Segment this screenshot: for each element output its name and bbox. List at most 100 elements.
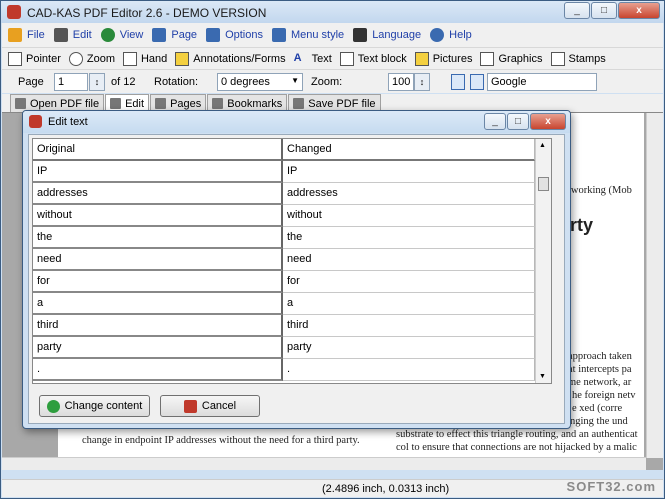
table-row: party party xyxy=(33,337,537,359)
table-row: need need xyxy=(33,249,537,271)
document-horizontal-scrollbar[interactable] xyxy=(2,457,646,470)
refresh-icon xyxy=(46,399,60,413)
table-row: third third xyxy=(33,315,537,337)
changed-cell[interactable]: a xyxy=(283,293,535,315)
document-vertical-scrollbar[interactable] xyxy=(646,113,663,458)
pointer-icon xyxy=(8,51,22,66)
tool-hand[interactable]: Hand xyxy=(122,51,167,66)
menu-file[interactable]: File xyxy=(8,28,45,42)
cursor-coordinates: (2.4896 inch, 0.0313 inch) xyxy=(322,483,450,495)
text-a-icon: A xyxy=(293,51,302,64)
table-row: for for xyxy=(33,271,537,293)
tool-zoom[interactable]: Zoom xyxy=(68,51,115,66)
help-icon xyxy=(430,28,445,42)
document-text-line: change in endpoint IP addresses without … xyxy=(82,435,360,446)
dialog-title-bar: Edit text _ □ x xyxy=(23,111,570,133)
scroll-down-icon[interactable]: ▼ xyxy=(539,373,546,380)
text-block-icon xyxy=(339,51,354,66)
checklist-icon xyxy=(206,28,221,42)
zoom-spinner-icon[interactable]: ↕ xyxy=(414,73,430,91)
zoom-input[interactable]: 100 xyxy=(388,73,414,91)
status-bar: (2.4896 inch, 0.0313 inch) xyxy=(2,479,663,497)
folder-icon xyxy=(8,28,22,42)
app-title: CAD-KAS PDF Editor 2.6 - DEMO VERSION xyxy=(27,6,267,20)
original-cell: a xyxy=(33,293,283,315)
graphics-icon xyxy=(480,51,495,66)
minimize-button[interactable]: _ xyxy=(564,2,590,19)
dialog-minimize-button[interactable]: _ xyxy=(484,113,506,130)
document-text-line: nging the und xyxy=(570,416,628,427)
scrollbar-thumb[interactable] xyxy=(538,177,549,191)
globe-icon xyxy=(100,28,115,42)
changed-cell[interactable]: . xyxy=(283,359,535,381)
original-cell: without xyxy=(33,205,283,227)
dialog-maximize-button[interactable]: □ xyxy=(507,113,529,130)
table-row: .. xyxy=(33,359,537,381)
document-text-line: approach taken xyxy=(568,351,632,362)
tool-bar: Pointer Zoom Hand Annotations/Forms A Tex… xyxy=(2,47,663,69)
zoom-label: Zoom: xyxy=(311,76,343,88)
tool-pictures[interactable]: Pictures xyxy=(414,51,472,66)
menu-view[interactable]: View xyxy=(100,28,143,42)
red-x-icon xyxy=(183,399,197,413)
tool-annotations[interactable]: Annotations/Forms xyxy=(175,51,286,66)
change-content-button[interactable]: Change content xyxy=(39,395,150,417)
menu-options[interactable]: Options xyxy=(206,28,263,42)
maximize-button[interactable]: □ xyxy=(591,2,617,19)
changed-cell[interactable]: for xyxy=(283,271,535,293)
original-cell: third xyxy=(33,315,283,337)
hand-icon xyxy=(122,51,137,66)
dialog-close-button[interactable]: x xyxy=(530,113,566,130)
grid-vertical-scrollbar[interactable]: ▲ ▼ xyxy=(535,139,551,383)
changed-cell[interactable]: need xyxy=(283,249,535,271)
annotation-icon xyxy=(175,51,190,66)
goto-page-icon[interactable] xyxy=(470,74,484,90)
scroll-up-icon[interactable]: ▲ xyxy=(539,142,546,149)
pages-icon xyxy=(155,98,167,109)
original-cell: addresses xyxy=(33,183,283,205)
changed-cell[interactable]: third xyxy=(283,315,535,337)
title-bar: CAD-KAS PDF Editor 2.6 - DEMO VERSION _ … xyxy=(1,1,664,23)
fit-page-icon[interactable] xyxy=(451,74,465,90)
table-row: addresses addresses xyxy=(33,183,537,205)
menu-bar: File Edit View Page Options Menu style L… xyxy=(2,23,663,47)
close-button[interactable]: x xyxy=(618,2,660,19)
cancel-button[interactable]: Cancel xyxy=(160,395,260,417)
table-row: IP IP xyxy=(33,161,537,183)
save-pdf-icon xyxy=(293,98,305,109)
column-header-changed: Changed xyxy=(283,139,535,161)
menu-language[interactable]: Language xyxy=(353,28,421,42)
tool-text[interactable]: A Text xyxy=(294,52,332,66)
rotation-label: Rotation: xyxy=(154,76,199,88)
dialog-title: Edit text xyxy=(48,116,88,128)
edit-icon xyxy=(110,98,122,109)
tool-graphics[interactable]: Graphics xyxy=(480,51,543,66)
search-input[interactable]: Google xyxy=(487,73,597,91)
changed-cell[interactable]: party xyxy=(283,337,535,359)
original-cell: party xyxy=(33,337,283,359)
open-pdf-icon xyxy=(15,98,26,109)
tool-stamps[interactable]: Stamps xyxy=(550,51,606,66)
table-row: without without xyxy=(33,205,537,227)
page-number-input[interactable]: 1 xyxy=(54,73,88,91)
rotation-select[interactable]: 0 degrees ▼ xyxy=(217,73,303,91)
menu-edit[interactable]: Edit xyxy=(53,28,92,42)
column-header-original: Original xyxy=(33,139,283,161)
edit-text-dialog: Edit text _ □ x Original Changed IP IP ad… xyxy=(22,110,571,429)
changed-cell[interactable]: without xyxy=(283,205,535,227)
document-text-line: me network, ar xyxy=(568,377,632,388)
tool-text-block[interactable]: Text block xyxy=(339,51,407,66)
menu-page[interactable]: Page xyxy=(152,28,197,42)
changed-cell[interactable]: the xyxy=(283,227,535,249)
table-row: aa xyxy=(33,293,537,315)
tool-pointer[interactable]: Pointer xyxy=(8,51,61,66)
menu-help[interactable]: Help xyxy=(430,28,472,42)
menu-menu-style[interactable]: Menu style xyxy=(271,28,344,42)
app-logo-icon xyxy=(7,5,21,19)
page-spinner-icon[interactable]: ↕ xyxy=(89,73,105,91)
page-bar: Page 1 ↕ of 12 Rotation: 0 degrees ▼ Zoom… xyxy=(2,69,663,93)
original-cell: need xyxy=(33,249,283,271)
changed-cell[interactable]: addresses xyxy=(283,183,535,205)
changed-cell[interactable]: IP xyxy=(283,161,535,183)
table-row: the the xyxy=(33,227,537,249)
